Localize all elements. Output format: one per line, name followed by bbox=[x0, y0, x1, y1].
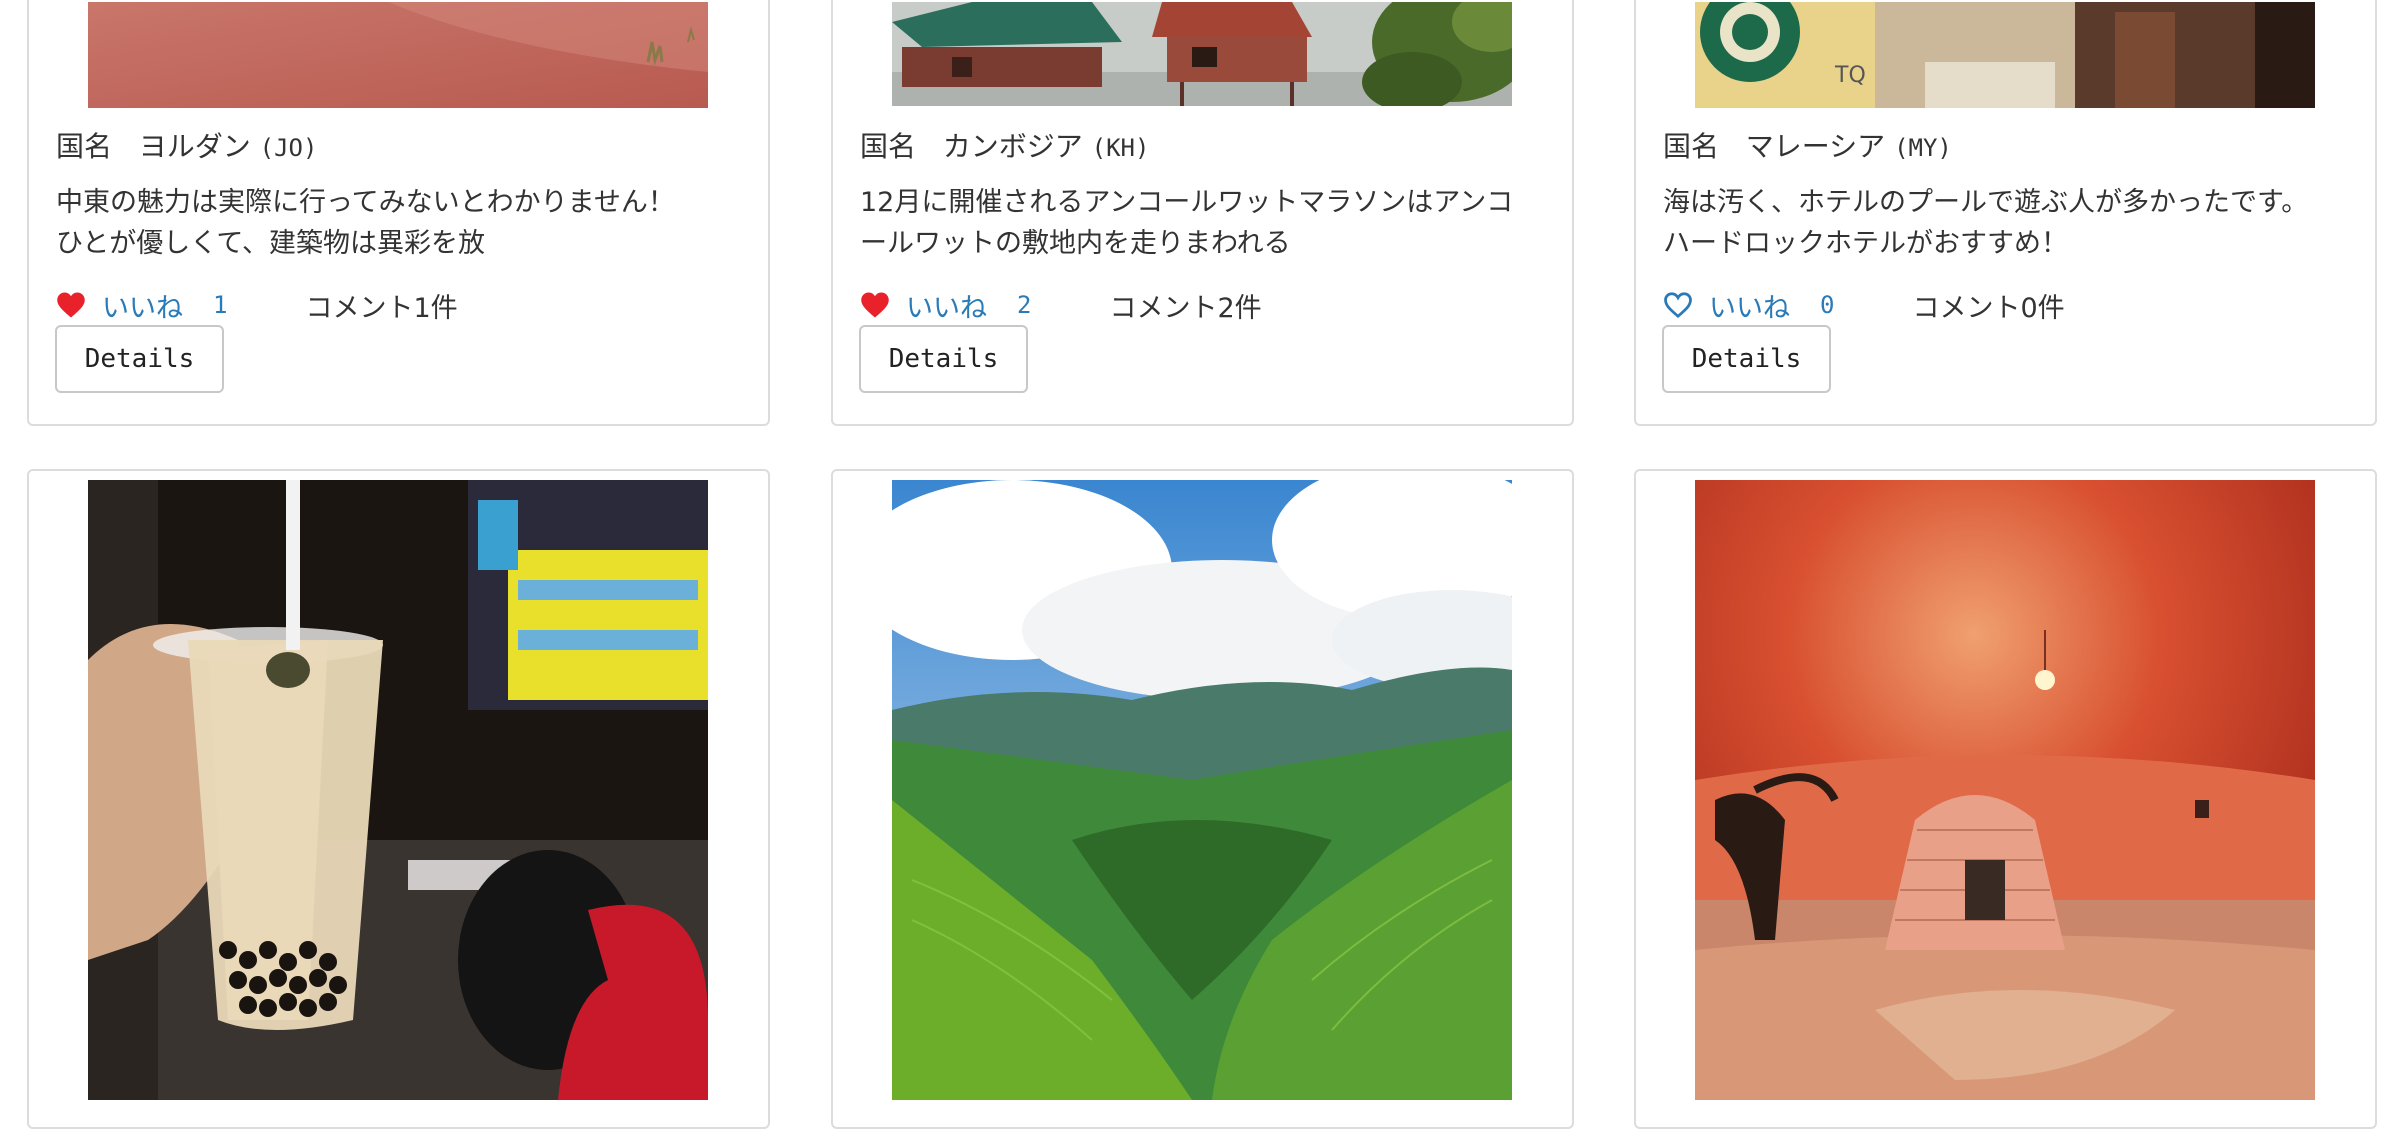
svg-text:TQ: TQ bbox=[1834, 63, 1866, 88]
heart-outline-icon bbox=[1664, 292, 1692, 319]
country-label: 国名 bbox=[860, 130, 917, 163]
stilt-houses-image bbox=[892, 2, 1512, 106]
post-card: 国名 ヨルダン (JO) 中東の魅力は実際に行ってみないとわかりません！ ひとが… bbox=[27, 0, 770, 426]
post-photo-rice-terraces[interactable] bbox=[892, 480, 1512, 1100]
description-line: 中東の魅力は実際に行ってみないとわかりません！ bbox=[56, 187, 675, 218]
country-line: 国名 カンボジア (KH) bbox=[860, 125, 1149, 165]
country-code: (MY) bbox=[1894, 134, 1952, 162]
country-line: 国名 ヨルダン (JO) bbox=[56, 125, 317, 165]
post-meta: いいね 2 コメント2件 bbox=[860, 285, 1262, 325]
post-card bbox=[27, 469, 770, 1129]
like-label: いいね bbox=[906, 292, 987, 324]
like-label: いいね bbox=[1709, 292, 1790, 324]
heart-filled-icon bbox=[861, 292, 889, 318]
like-label: いいね bbox=[102, 292, 183, 324]
like-count: 0 bbox=[1820, 291, 1835, 319]
comment-count: コメント2件 bbox=[1109, 292, 1262, 324]
country-name: カンボジア bbox=[942, 130, 1083, 163]
description-line: 12月に開催されるアンコールワットマラソンはアンコ bbox=[860, 187, 1514, 218]
details-button[interactable]: Details bbox=[1662, 325, 1831, 393]
post-photo-stilt-houses[interactable] bbox=[892, 2, 1512, 106]
post-meta: いいね 1 コメント1件 bbox=[56, 285, 458, 325]
country-name: マレーシア bbox=[1745, 130, 1886, 163]
description-line: ールワットの敷地内を走りまわれる bbox=[860, 228, 1291, 259]
post-card bbox=[831, 469, 1574, 1129]
post-photo-starbucks[interactable]: TQ bbox=[1695, 2, 2315, 108]
post-meta: いいね 0 コメント0件 bbox=[1663, 285, 2065, 325]
description-line: 海は汚く、ホテルのプールで遊ぶ人が多かったです。 bbox=[1663, 187, 2309, 218]
post-description: 12月に開催されるアンコールワットマラソンはアンコ ールワットの敷地内を走りまわ… bbox=[860, 182, 1540, 264]
details-button[interactable]: Details bbox=[859, 325, 1028, 393]
like-count: 1 bbox=[213, 291, 228, 319]
like-button[interactable]: いいね 2 bbox=[860, 286, 1031, 325]
post-card bbox=[1634, 469, 2377, 1129]
post-card: 国名 カンボジア (KH) 12月に開催されるアンコールワットマラソンはアンコ … bbox=[831, 0, 1574, 426]
bubble-tea-image bbox=[88, 480, 708, 1100]
like-button[interactable]: いいね 1 bbox=[56, 286, 227, 325]
post-photo-bubble-tea[interactable] bbox=[88, 480, 708, 1100]
country-code: (JO) bbox=[259, 134, 318, 162]
like-count: 2 bbox=[1017, 291, 1032, 319]
rice-terraces-image bbox=[892, 480, 1512, 1100]
heart-filled-icon bbox=[57, 292, 85, 318]
post-photo-red-dome[interactable] bbox=[1695, 480, 2315, 1100]
comment-count: コメント1件 bbox=[305, 292, 458, 324]
post-photo-desert[interactable] bbox=[88, 2, 708, 108]
country-line: 国名 マレーシア (MY) bbox=[1663, 125, 1952, 165]
post-description: 海は汚く、ホテルのプールで遊ぶ人が多かったです。 ハードロックホテルがおすすめ！ bbox=[1663, 182, 2343, 264]
country-name: ヨルダン bbox=[138, 130, 251, 163]
post-card: TQ 国名 マレーシア (MY) 海は汚く、ホテルのプールで遊ぶ人が多かったです… bbox=[1634, 0, 2377, 426]
country-label: 国名 bbox=[56, 130, 113, 163]
description-line: ハードロックホテルがおすすめ！ bbox=[1663, 228, 2068, 259]
like-button[interactable]: いいね 0 bbox=[1663, 286, 1834, 325]
comment-count: コメント0件 bbox=[1912, 292, 2065, 324]
country-label: 国名 bbox=[1663, 130, 1720, 163]
cafe-image: TQ bbox=[1695, 2, 2315, 108]
details-button[interactable]: Details bbox=[55, 325, 224, 393]
desert-image bbox=[88, 2, 708, 108]
description-line: ひとが優しくて、建築物は異彩を放 bbox=[56, 228, 486, 259]
country-code: (KH) bbox=[1091, 134, 1150, 162]
dome-room-image bbox=[1695, 480, 2315, 1100]
post-description: 中東の魅力は実際に行ってみないとわかりません！ ひとが優しくて、建築物は異彩を放 bbox=[56, 182, 736, 264]
